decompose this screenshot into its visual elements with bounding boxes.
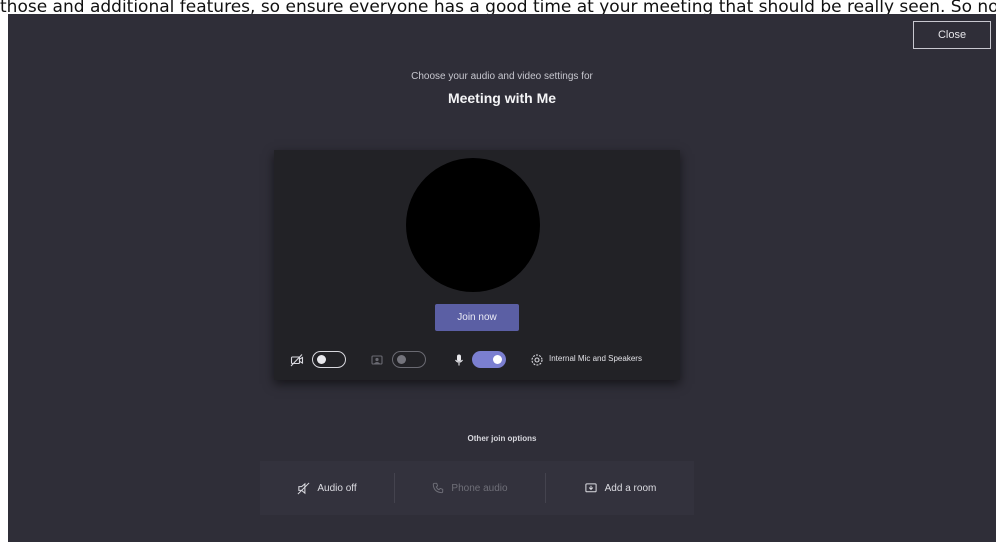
avatar: [406, 158, 540, 292]
settings-subtitle: Choose your audio and video settings for: [411, 71, 593, 82]
cast-room-icon: [585, 482, 597, 492]
pre-join-screen: Close Choose your audio and video settin…: [8, 14, 996, 542]
top-banner-text: those and additional features, so ensure…: [0, 0, 996, 14]
background-blur-toggle[interactable]: [392, 351, 426, 368]
microphone-icon: [455, 354, 463, 366]
background-blur-toggle-knob: [397, 355, 406, 364]
microphone-toggle-knob: [493, 355, 502, 364]
join-now-button[interactable]: Join now: [435, 304, 519, 331]
speaker-off-icon: [297, 482, 310, 494]
audio-off-label: Audio off: [317, 482, 357, 494]
device-controls: Internal Mic and Speakers: [274, 348, 680, 372]
microphone-toggle[interactable]: [472, 351, 506, 368]
add-room-option[interactable]: Add a room: [546, 461, 694, 515]
gear-icon[interactable]: [530, 353, 544, 367]
phone-icon: [433, 482, 444, 494]
add-room-label: Add a room: [604, 482, 657, 494]
background-blur-icon: [371, 355, 383, 365]
other-join-options-title: Other join options: [467, 434, 537, 443]
camera-off-icon: [290, 354, 304, 367]
other-join-options: Audio off Phone audio Add a room: [260, 461, 694, 515]
video-preview-panel: Join now Internal Mic and Speakers: [274, 150, 680, 380]
camera-toggle[interactable]: [312, 351, 346, 368]
phone-audio-label: Phone audio: [451, 482, 508, 494]
audio-device-label[interactable]: Internal Mic and Speakers: [549, 354, 642, 363]
phone-audio-option[interactable]: Phone audio: [395, 461, 545, 515]
audio-off-option[interactable]: Audio off: [260, 461, 394, 515]
meeting-title: Meeting with Me: [447, 90, 557, 106]
camera-toggle-knob: [317, 355, 326, 364]
close-button[interactable]: Close: [913, 21, 991, 49]
